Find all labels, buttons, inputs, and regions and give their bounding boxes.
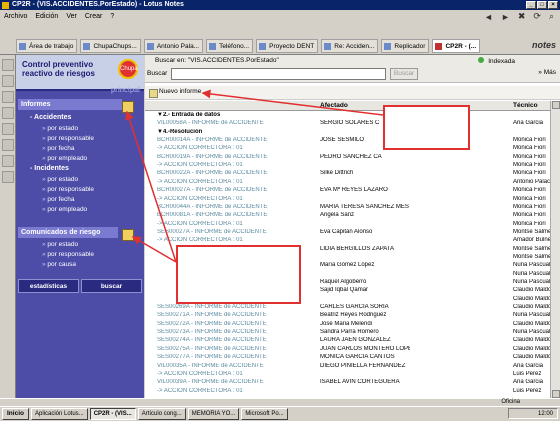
arrow-to-new-report <box>201 89 384 116</box>
status-bar: Oficina <box>0 398 560 406</box>
taskbar-item[interactable]: Aplicación Lotus... <box>30 408 88 420</box>
system-tray-clock: 12:00 <box>508 408 558 419</box>
taskbar-item[interactable]: CP2R - (VIS... <box>89 408 136 420</box>
location-status[interactable]: Oficina <box>501 399 520 405</box>
taskbar-item[interactable]: Artículo cong... <box>137 408 186 420</box>
arrow-to-informes-folder <box>125 110 177 263</box>
annotation-arrows <box>125 89 384 263</box>
start-button[interactable]: Inicio <box>2 408 29 420</box>
taskbar-item[interactable]: Microsoft Po... <box>241 408 288 420</box>
windows-taskbar: Inicio Aplicación Lotus... CP2R - (VIS...… <box>0 406 560 421</box>
taskbar-item[interactable]: MEMORIA YO... <box>187 408 240 420</box>
